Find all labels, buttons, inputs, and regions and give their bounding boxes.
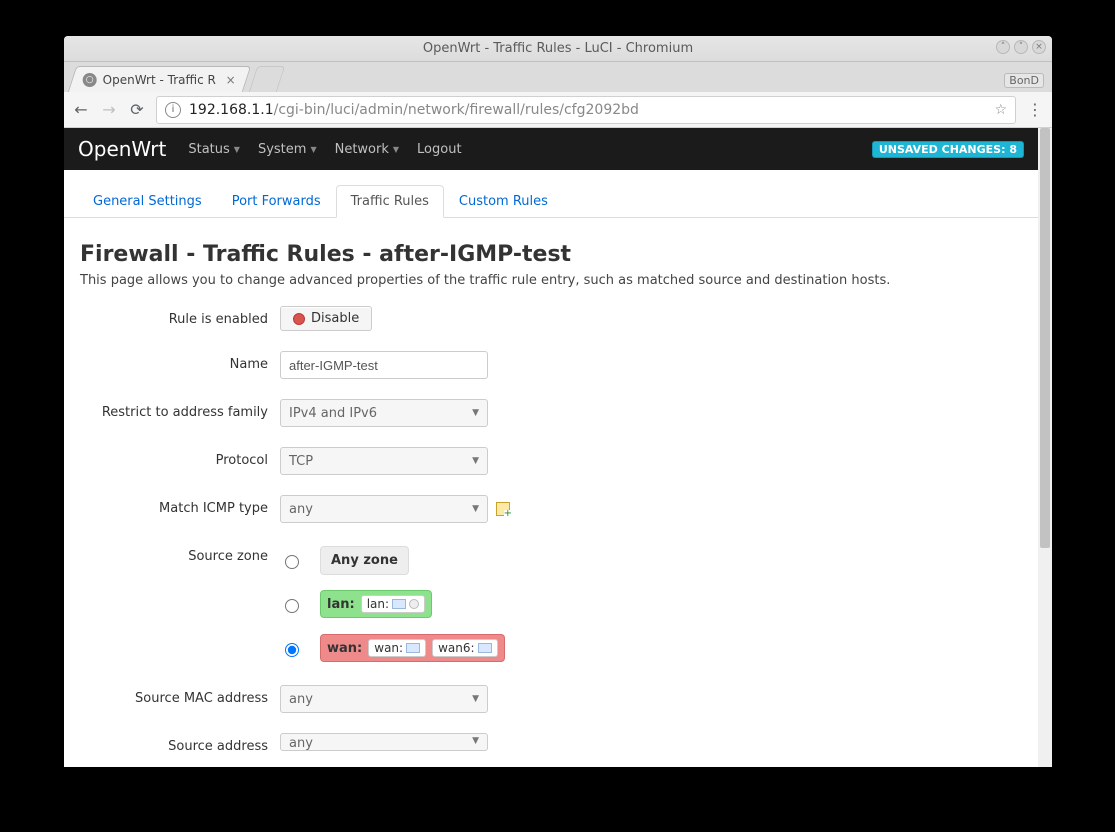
disable-dot-icon [293, 313, 305, 325]
forward-button[interactable]: → [100, 101, 118, 119]
url-text: 192.168.1.1/cgi-bin/luci/admin/network/f… [189, 102, 639, 118]
chevron-down-icon: ▼ [472, 694, 479, 704]
window-title: OpenWrt - Traffic Rules - LuCI - Chromiu… [423, 41, 693, 56]
label-family: Restrict to address family [80, 399, 280, 420]
url-host: 192.168.1.1 [189, 102, 274, 118]
label-source-mac: Source MAC address [80, 685, 280, 706]
page-description: This page allows you to change advanced … [80, 273, 1022, 288]
row-protocol: Protocol TCP ▼ [80, 447, 1022, 475]
caret-down-icon: ▼ [310, 145, 316, 154]
chevron-down-icon: ▼ [472, 736, 479, 746]
page-title: Firewall - Traffic Rules - after-IGMP-te… [80, 242, 1022, 267]
page-viewport: OpenWrt Status▼ System▼ Network▼ Logout … [64, 128, 1052, 767]
reload-button[interactable]: ⟳ [128, 101, 146, 119]
chevron-down-icon: ▼ [472, 504, 479, 514]
source-mac-select[interactable]: any ▼ [280, 685, 488, 713]
tab-custom-rules[interactable]: Custom Rules [444, 185, 563, 218]
label-source-zone: Source zone [80, 543, 280, 564]
luci-page-body: Firewall - Traffic Rules - after-IGMP-te… [64, 218, 1038, 767]
iface-chip-wan6: wan6: [432, 639, 497, 657]
radio-zone-wan[interactable] [285, 643, 299, 657]
protocol-select[interactable]: TCP ▼ [280, 447, 488, 475]
label-name: Name [80, 351, 280, 372]
bookmark-star-icon[interactable]: ☆ [994, 102, 1007, 118]
tab-traffic-rules[interactable]: Traffic Rules [336, 185, 444, 218]
site-info-icon[interactable]: i [165, 102, 181, 118]
label-rule-enabled: Rule is enabled [80, 306, 280, 327]
add-list-icon[interactable] [496, 502, 510, 516]
zone-chip-any: Any zone [320, 546, 409, 575]
caret-down-icon: ▼ [393, 145, 399, 154]
radio-zone-any[interactable] [285, 555, 299, 569]
url-path: /cgi-bin/luci/admin/network/firewall/rul… [274, 102, 639, 118]
window-minimize-icon[interactable]: ˄ [996, 40, 1010, 54]
chevron-down-icon: ▼ [472, 408, 479, 418]
window-maximize-icon[interactable]: ˅ [1014, 40, 1028, 54]
luci-subtabs: General Settings Port Forwards Traffic R… [64, 170, 1038, 218]
tab-close-icon[interactable]: × [226, 73, 236, 87]
row-source-zone: Source zone Any zone lan: [80, 543, 1022, 665]
luci-brand[interactable]: OpenWrt [78, 137, 166, 161]
chrome-menu-icon[interactable]: ⋮ [1026, 101, 1044, 119]
tab-general-settings[interactable]: General Settings [78, 185, 217, 218]
luci-header: OpenWrt Status▼ System▼ Network▼ Logout … [64, 128, 1038, 170]
back-button[interactable]: ← [72, 101, 90, 119]
scroll-thumb[interactable] [1040, 128, 1050, 548]
row-family: Restrict to address family IPv4 and IPv6… [80, 399, 1022, 427]
browser-tabstrip: ○ OpenWrt - Traffic R × BonD [64, 62, 1052, 92]
browser-toolbar: ← → ⟳ i 192.168.1.1/cgi-bin/luci/admin/n… [64, 92, 1052, 128]
menu-logout[interactable]: Logout [417, 142, 462, 157]
row-name: Name [80, 351, 1022, 379]
zone-option-any[interactable]: Any zone [280, 543, 1022, 577]
iface-chip-lan: lan: [361, 595, 425, 613]
new-tab-button[interactable] [249, 66, 285, 92]
iface-chip-wan: wan: [368, 639, 426, 657]
browser-window: OpenWrt - Traffic Rules - LuCI - Chromiu… [64, 36, 1052, 767]
luci-page: OpenWrt Status▼ System▼ Network▼ Logout … [64, 128, 1038, 767]
window-close-icon[interactable]: × [1032, 40, 1046, 54]
zone-option-wan[interactable]: wan: wan: wan6: [280, 631, 1022, 665]
zone-chip-wan: wan: wan: wan6: [320, 634, 505, 662]
distro-badge: BonD [1004, 73, 1044, 88]
window-titlebar: OpenWrt - Traffic Rules - LuCI - Chromiu… [64, 36, 1052, 62]
label-protocol: Protocol [80, 447, 280, 468]
name-input[interactable] [280, 351, 488, 379]
browser-tab-active[interactable]: ○ OpenWrt - Traffic R × [68, 66, 252, 92]
luci-main-menu: Status▼ System▼ Network▼ Logout [188, 142, 461, 157]
ethernet-icon [392, 599, 406, 609]
address-bar[interactable]: i 192.168.1.1/cgi-bin/luci/admin/network… [156, 96, 1016, 124]
icmp-select[interactable]: any ▼ [280, 495, 488, 523]
menu-status[interactable]: Status▼ [188, 142, 240, 157]
source-address-select[interactable]: any ▼ [280, 733, 488, 751]
row-source-address: Source address any ▼ [80, 733, 1022, 754]
unsaved-changes-badge[interactable]: UNSAVED CHANGES: 8 [872, 141, 1024, 158]
radio-zone-lan[interactable] [285, 599, 299, 613]
window-controls: ˄ ˅ × [996, 40, 1046, 54]
menu-network[interactable]: Network▼ [335, 142, 399, 157]
row-rule-enabled: Rule is enabled Disable [80, 306, 1022, 331]
tab-favicon-icon: ○ [83, 73, 97, 87]
ethernet-icon [478, 643, 492, 653]
label-source-address: Source address [80, 733, 280, 754]
chevron-down-icon: ▼ [472, 456, 479, 466]
label-icmp: Match ICMP type [80, 495, 280, 516]
family-select[interactable]: IPv4 and IPv6 ▼ [280, 399, 488, 427]
page-scrollbar[interactable] [1038, 128, 1052, 767]
menu-system[interactable]: System▼ [258, 142, 317, 157]
wifi-icon [409, 599, 419, 609]
disable-button[interactable]: Disable [280, 306, 372, 331]
ethernet-icon [406, 643, 420, 653]
caret-down-icon: ▼ [234, 145, 240, 154]
row-icmp: Match ICMP type any ▼ [80, 495, 1022, 523]
tab-port-forwards[interactable]: Port Forwards [217, 185, 336, 218]
tab-title: OpenWrt - Traffic R [103, 73, 216, 87]
zone-option-lan[interactable]: lan: lan: [280, 587, 1022, 621]
row-source-mac: Source MAC address any ▼ [80, 685, 1022, 713]
zone-chip-lan: lan: lan: [320, 590, 432, 618]
